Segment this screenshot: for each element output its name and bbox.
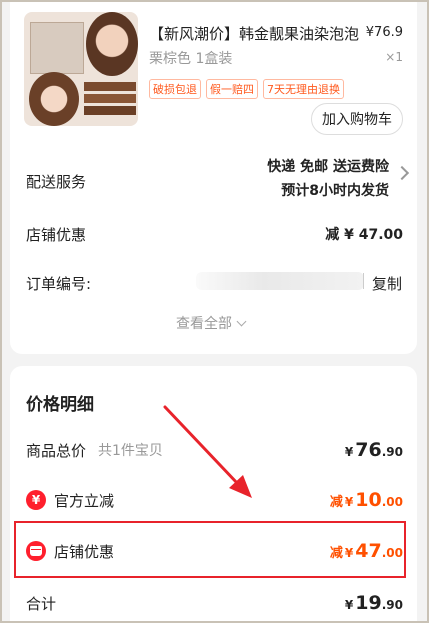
screen: 【新风潮价】韩金靓果油染泡泡 ¥76.9 栗棕色 1盒装 ×1 破损包退 假一赔… [2, 2, 427, 621]
annotation-arrow [163, 405, 252, 498]
